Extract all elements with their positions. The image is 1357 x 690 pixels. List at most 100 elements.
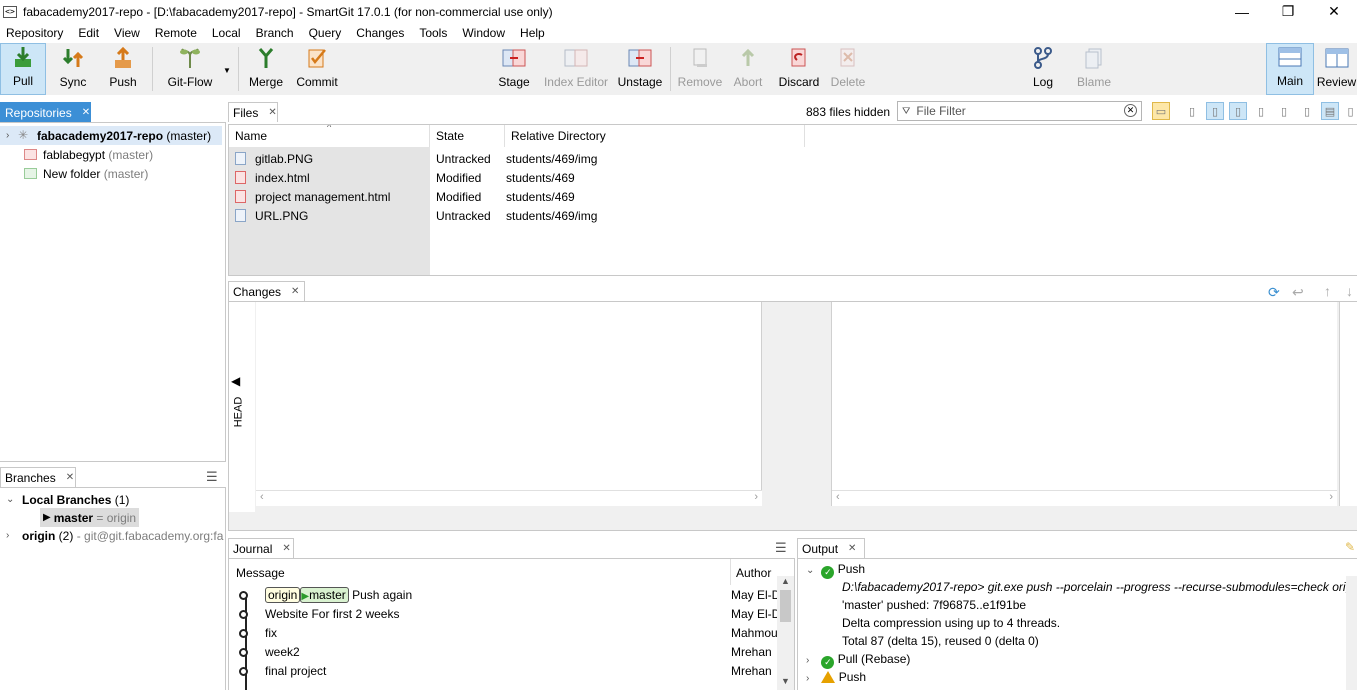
file-row[interactable]: gitlab.PNG Untracked students/469/img bbox=[229, 150, 829, 169]
menu-changes[interactable]: Changes bbox=[356, 26, 404, 40]
show-unchanged-icon[interactable]: ▯ bbox=[1183, 102, 1201, 120]
show-deleted-icon[interactable]: ▯ bbox=[1298, 102, 1316, 120]
output-scrollbar[interactable] bbox=[1346, 576, 1357, 690]
clear-output-icon[interactable]: ✎ bbox=[1345, 540, 1355, 554]
clear-filter-icon[interactable]: ✕ bbox=[1124, 104, 1137, 117]
main-perspective-button[interactable]: Main bbox=[1266, 43, 1314, 95]
close-window-button[interactable]: ✕ bbox=[1311, 0, 1357, 23]
menu-lines-icon[interactable]: ☰ bbox=[775, 540, 787, 556]
menu-repository[interactable]: Repository bbox=[6, 26, 63, 40]
tab-journal[interactable]: Journal ✕ bbox=[228, 538, 294, 558]
chevron-right-icon[interactable]: › bbox=[6, 130, 18, 141]
close-icon[interactable]: ✕ bbox=[282, 543, 290, 554]
tab-files[interactable]: Files ✕ bbox=[228, 102, 278, 122]
chevron-right-icon[interactable]: › bbox=[806, 655, 818, 666]
output-entry-push-warning[interactable]: › Push bbox=[806, 670, 866, 688]
undo-icon[interactable]: ↩ bbox=[1292, 284, 1304, 301]
merge-button[interactable]: Merge bbox=[245, 43, 287, 95]
file-filter-input[interactable]: ⛛ File Filter ✕ bbox=[897, 101, 1142, 121]
menu-lines-icon[interactable]: ☰ bbox=[206, 469, 218, 485]
blame-button[interactable]: Blame bbox=[1074, 43, 1114, 95]
discard-button[interactable]: Discard bbox=[776, 43, 822, 95]
gitflow-button[interactable]: Git-Flow bbox=[160, 43, 220, 95]
chevron-right-icon[interactable]: › bbox=[806, 673, 818, 684]
menu-edit[interactable]: Edit bbox=[78, 26, 99, 40]
repo-item-fabacademy2017-repo[interactable]: › ✳ fabacademy2017-repo (master) bbox=[0, 126, 222, 145]
index-editor-button[interactable]: Index Editor bbox=[543, 43, 609, 95]
branch-item-master[interactable]: ▶ master = origin bbox=[40, 508, 140, 527]
stage-button[interactable]: Stage bbox=[493, 43, 535, 95]
menu-local[interactable]: Local bbox=[212, 26, 241, 40]
menu-remote[interactable]: Remote bbox=[155, 26, 197, 40]
chevron-down-icon[interactable]: ⌄ bbox=[806, 565, 818, 576]
close-icon[interactable]: ✕ bbox=[848, 543, 856, 554]
next-change-icon[interactable]: ↓ bbox=[1346, 283, 1353, 299]
journal-row[interactable]: fix Mahmou bbox=[229, 624, 779, 643]
repo-item-new-folder[interactable]: New folder (master) bbox=[24, 164, 148, 183]
local-branches-group[interactable]: ⌄ Local Branches (1) bbox=[6, 490, 129, 509]
show-untracked-icon[interactable]: ▯ bbox=[1206, 102, 1224, 120]
tab-repositories[interactable]: Repositories ✕ bbox=[0, 102, 91, 122]
menu-view[interactable]: View bbox=[114, 26, 140, 40]
scroll-left-icon[interactable]: ‹ bbox=[260, 491, 264, 503]
journal-row[interactable]: origin ▶master Push again May El-D bbox=[229, 586, 780, 605]
minimize-button[interactable]: — bbox=[1219, 0, 1265, 23]
output-entry-pull-rebase[interactable]: › ✓ Pull (Rebase) bbox=[806, 652, 910, 670]
left-diff-editor[interactable] bbox=[256, 302, 762, 490]
scroll-up-icon[interactable]: ▲ bbox=[781, 576, 790, 586]
right-diff-scrollbar[interactable]: ‹ › bbox=[832, 490, 1337, 506]
close-icon[interactable]: ✕ bbox=[268, 107, 276, 118]
file-row[interactable]: URL.PNG Untracked students/469/img bbox=[229, 207, 829, 226]
more-icon[interactable]: ▯ bbox=[1344, 102, 1357, 120]
column-header-state[interactable]: State bbox=[430, 125, 505, 147]
menu-query[interactable]: Query bbox=[309, 26, 342, 40]
column-header-message[interactable]: Message bbox=[236, 566, 285, 580]
close-icon[interactable]: ✕ bbox=[82, 107, 90, 118]
journal-scrollbar[interactable]: ▲ ▼ bbox=[777, 576, 794, 690]
refresh-icon[interactable]: ⟳ bbox=[1268, 284, 1280, 301]
abort-button[interactable]: Abort bbox=[728, 43, 768, 95]
close-icon[interactable]: ✕ bbox=[291, 286, 299, 297]
menu-branch[interactable]: Branch bbox=[256, 26, 294, 40]
journal-row[interactable]: week2 Mrehan bbox=[229, 643, 779, 662]
file-row[interactable]: index.html Modified students/469 bbox=[229, 169, 829, 188]
previous-change-icon[interactable]: ↑ bbox=[1324, 283, 1331, 299]
scroll-right-icon[interactable]: › bbox=[1329, 491, 1333, 503]
diff-vertical-scrollbar[interactable] bbox=[1339, 302, 1357, 506]
flat-view-icon[interactable]: ▤ bbox=[1321, 102, 1339, 120]
review-perspective-button[interactable]: Review bbox=[1316, 43, 1357, 95]
remove-button[interactable]: Remove bbox=[677, 43, 723, 95]
restore-button[interactable]: ❐ bbox=[1265, 0, 1311, 23]
sync-button[interactable]: Sync bbox=[52, 43, 94, 95]
unstage-button[interactable]: Unstage bbox=[617, 43, 663, 95]
commit-button[interactable]: Commit bbox=[292, 43, 342, 95]
left-diff-scrollbar[interactable]: ‹ › bbox=[256, 490, 762, 506]
remote-origin-group[interactable]: › origin (2) - git@git.fabacademy.org:fa bbox=[6, 526, 223, 545]
menu-tools[interactable]: Tools bbox=[419, 26, 447, 40]
journal-row[interactable]: Website For first 2 weeks May El-D bbox=[229, 605, 780, 624]
log-button[interactable]: Log bbox=[1025, 43, 1061, 95]
chevron-right-icon[interactable]: › bbox=[6, 530, 18, 541]
file-row[interactable]: project management.html Modified student… bbox=[229, 188, 829, 207]
delete-button[interactable]: Delete bbox=[828, 43, 868, 95]
scroll-left-icon[interactable]: ‹ bbox=[836, 491, 840, 503]
column-header-author[interactable]: Author bbox=[736, 566, 771, 580]
right-diff-editor[interactable] bbox=[832, 302, 1337, 490]
push-button[interactable]: Push bbox=[102, 43, 144, 95]
pull-button[interactable]: Pull bbox=[0, 43, 46, 95]
column-header-name[interactable]: Name ^ bbox=[229, 125, 430, 147]
column-header-relative-directory[interactable]: Relative Directory bbox=[505, 125, 805, 147]
scroll-right-icon[interactable]: › bbox=[754, 491, 758, 503]
gitflow-dropdown[interactable]: ▼ bbox=[220, 43, 234, 95]
scroll-down-icon[interactable]: ▼ bbox=[781, 676, 790, 686]
output-entry-push[interactable]: ⌄ ✓ Push bbox=[806, 562, 865, 580]
show-ignored-icon[interactable]: ▯ bbox=[1252, 102, 1270, 120]
close-icon[interactable]: ✕ bbox=[66, 472, 74, 483]
show-staged-icon[interactable]: ▯ bbox=[1275, 102, 1293, 120]
journal-row[interactable]: final project Mrehan bbox=[229, 662, 779, 681]
tab-changes[interactable]: Changes ✕ bbox=[228, 281, 305, 301]
repo-item-fablabegypt[interactable]: fablabegypt (master) bbox=[24, 145, 153, 164]
chevron-down-icon[interactable]: ⌄ bbox=[6, 494, 18, 505]
scroll-thumb[interactable] bbox=[780, 590, 791, 622]
menu-help[interactable]: Help bbox=[520, 26, 545, 40]
